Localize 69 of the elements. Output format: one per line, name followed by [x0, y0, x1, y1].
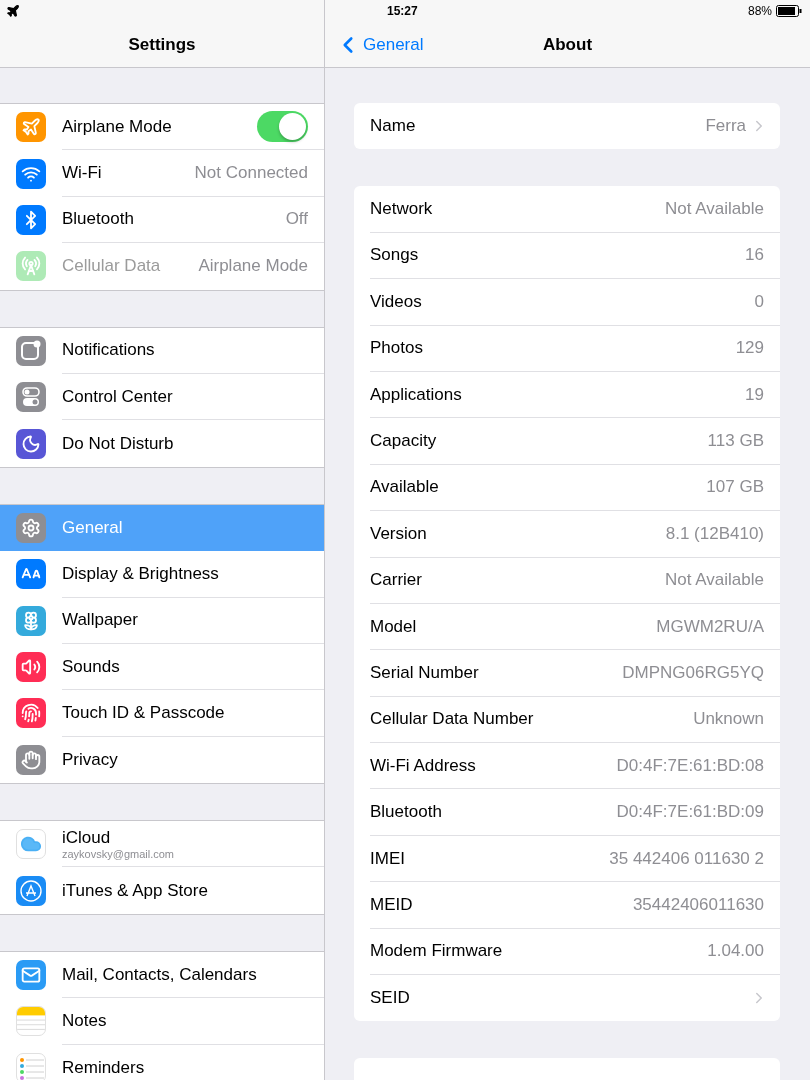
item-label: iTunes & App Store — [62, 880, 208, 901]
info-row[interactable]: SEID — [370, 975, 780, 1022]
back-button[interactable]: General — [335, 31, 424, 58]
item-label: Do Not Disturb — [62, 433, 174, 454]
row-value: 113 GB — [707, 431, 764, 452]
item-label: Privacy — [62, 749, 118, 770]
row-value: 1.04.00 — [707, 941, 764, 962]
row-label: Cellular Data Number — [370, 709, 534, 730]
row-label: Applications — [370, 384, 462, 405]
item-label: Notes — [62, 1010, 107, 1031]
account-email: zaykovsky@gmail.com — [62, 847, 175, 860]
item-label: Wi-Fi — [62, 163, 102, 184]
item-label: Touch ID & Passcode — [62, 703, 225, 723]
row-value: MGWM2RU/A — [656, 616, 764, 637]
row-value: 8.1 (12B410) — [665, 523, 764, 544]
row-value: 16 — [745, 245, 764, 266]
row-label: Version — [370, 523, 427, 544]
item-label: Control Center — [62, 386, 173, 407]
row-value: 35442406011630 — [632, 894, 764, 915]
row-value: D0:4F:7E:61:BD:09 — [616, 802, 764, 823]
row-label: Capacity — [370, 431, 437, 452]
row-value: 35 442406 011630 2 — [609, 848, 764, 869]
row-value: Ferra — [705, 116, 746, 137]
row-label: Modem Firmware — [370, 941, 503, 962]
row-value: DMPNG06RG5YQ — [622, 663, 764, 683]
item-label: Bluetooth — [62, 209, 134, 230]
item-label: Notifications — [62, 340, 155, 361]
item-label: Sounds — [62, 656, 120, 677]
row-value: Unknown — [693, 709, 764, 730]
row-label: MEID — [370, 894, 413, 915]
row-value: Not Available — [665, 199, 764, 220]
row-label: Available — [370, 477, 439, 498]
info-row[interactable]: Name Ferra — [370, 103, 780, 150]
row-label: Carrier — [370, 570, 422, 591]
status-time: 15:27 — [387, 4, 418, 18]
row-label: Songs — [370, 245, 419, 266]
sidebar-title: Settings — [128, 34, 196, 55]
row-value: D0:4F:7E:61:BD:08 — [616, 755, 764, 776]
battery-icon — [776, 5, 802, 17]
item-value: Off — [285, 209, 308, 230]
item-label: Airplane Mode — [62, 116, 172, 137]
item-label: iCloud — [62, 827, 112, 848]
battery-percent: 88% — [747, 4, 772, 18]
row-value: 0 — [754, 291, 764, 312]
row-value: Not Available — [665, 570, 764, 591]
row-label: Videos — [370, 291, 422, 312]
page-title: About — [542, 34, 593, 55]
row-label: Serial Number — [370, 663, 479, 683]
row-value: 107 GB — [706, 477, 764, 498]
item-label: Cellular Data — [62, 256, 161, 277]
item-value: Airplane Mode — [198, 256, 308, 277]
row-label: Wi-Fi Address — [370, 755, 476, 776]
toggle-switch[interactable] — [257, 111, 308, 143]
row-label: SEID — [370, 988, 410, 1009]
row-label: Photos — [370, 338, 423, 359]
item-label: Mail, Contacts, Calendars — [62, 964, 257, 985]
row-value: 129 — [735, 338, 764, 359]
row-value: 19 — [745, 384, 764, 405]
row-label: Bluetooth — [370, 802, 442, 823]
item-label: General — [62, 517, 123, 538]
row-label: Network — [370, 199, 433, 220]
item-label: Reminders — [62, 1057, 145, 1078]
row-label: Name — [370, 116, 416, 137]
item-label: Display & Brightness — [62, 563, 219, 584]
item-value: Not Connected — [194, 163, 308, 184]
row-label: IMEI — [370, 848, 405, 869]
row-label: Model — [370, 616, 417, 637]
item-label: Wallpaper — [62, 610, 138, 631]
airplane-mode-icon — [6, 4, 20, 18]
